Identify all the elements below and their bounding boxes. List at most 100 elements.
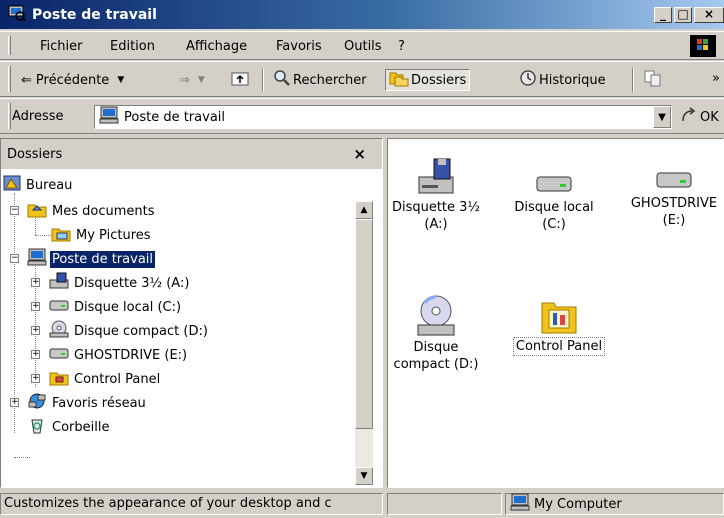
control-panel-icon <box>504 291 614 335</box>
hard-drive-icon <box>49 296 69 318</box>
status-zone-label: My Computer <box>534 496 622 512</box>
menu-favoris[interactable]: Favoris <box>276 39 322 54</box>
close-button[interactable]: × <box>694 7 724 23</box>
tree-node-label: Favoris réseau <box>52 395 146 411</box>
move-to-button[interactable] <box>640 69 666 91</box>
tree-node-favoris-reseau[interactable]: Favoris réseau <box>27 391 148 415</box>
tree-node-bureau[interactable]: Bureau <box>3 173 74 197</box>
folder-tree: Bureau − Mes documents My Pictures − Pos… <box>1 171 355 487</box>
tree-expander-expand[interactable]: + <box>31 302 40 311</box>
search-button[interactable]: Rechercher <box>270 69 370 91</box>
tree-node-disquette[interactable]: Disquette 3½ (A:) <box>49 271 191 295</box>
my-computer-icon <box>27 248 47 270</box>
file-item-label: Control Panel <box>512 337 606 356</box>
address-dropdown-button[interactable]: ▼ <box>653 106 671 128</box>
my-pictures-icon <box>51 224 71 246</box>
file-item-control-panel[interactable]: Control Panel <box>504 291 614 356</box>
cd-drive-icon <box>386 293 486 337</box>
search-icon <box>273 69 291 91</box>
history-label: Historique <box>539 72 606 88</box>
go-button[interactable]: OK <box>680 107 719 127</box>
menu-outils[interactable]: Outils <box>344 39 382 54</box>
folders-pane-title: Dossiers <box>7 146 63 162</box>
menu-affichage[interactable]: Affichage <box>186 39 247 54</box>
file-item-label: compact (D:) <box>393 357 479 372</box>
hard-drive-icon <box>624 149 724 193</box>
tree-node-disque-local[interactable]: Disque local (C:) <box>49 295 183 319</box>
file-item-label: Disque <box>413 340 459 355</box>
scroll-down-button[interactable]: ▼ <box>355 467 373 485</box>
tree-node-label: Bureau <box>26 177 73 193</box>
tree-node-label: Disque local (C:) <box>74 299 182 315</box>
title-bar[interactable]: Poste de travail _ □ × <box>0 0 724 29</box>
up-folder-button[interactable] <box>228 69 252 91</box>
forward-button[interactable]: ⇒ ▼ <box>176 69 208 91</box>
status-panel <box>387 493 502 515</box>
tree-node-label: GHOSTDRIVE (E:) <box>74 347 188 363</box>
file-item-label: (A:) <box>424 217 448 232</box>
tree-expander-expand[interactable]: + <box>31 374 40 383</box>
tree-expander-collapse[interactable]: − <box>10 206 19 215</box>
menu-help[interactable]: ? <box>398 39 405 54</box>
tree-expander-expand[interactable]: + <box>31 278 40 287</box>
my-computer-icon <box>510 493 530 515</box>
tree-node-control-panel[interactable]: Control Panel <box>49 367 162 391</box>
tree-expander-collapse[interactable]: − <box>10 254 19 263</box>
toolbar-separator <box>632 68 634 92</box>
file-item-label: (C:) <box>542 217 566 232</box>
address-grip[interactable] <box>8 103 11 129</box>
forward-dropdown-icon: ▼ <box>197 75 205 85</box>
go-label: OK <box>700 109 719 125</box>
tree-node-label: Corbeille <box>52 419 110 435</box>
folders-pane-header: Dossiers × <box>1 139 382 169</box>
tree-node-mes-documents[interactable]: Mes documents <box>27 199 156 223</box>
address-field[interactable]: Poste de travail ▼ <box>94 105 672 129</box>
file-item-disquette[interactable]: Disquette 3½ (A:) <box>386 153 486 233</box>
recycle-bin-icon <box>27 416 47 438</box>
hard-drive-icon <box>504 153 604 197</box>
tree-expander-expand[interactable]: + <box>31 326 40 335</box>
menu-fichier[interactable]: Fichier <box>40 39 83 54</box>
window-title: Poste de travail <box>32 6 157 23</box>
tree-node-label: Poste de travail <box>50 250 156 268</box>
menu-edition[interactable]: Edition <box>110 39 155 54</box>
file-item-ghostdrive[interactable]: GHOSTDRIVE (E:) <box>624 149 724 229</box>
tree-node-disque-compact[interactable]: Disque compact (D:) <box>49 319 210 343</box>
my-computer-icon <box>99 106 119 128</box>
folders-pane-close-button[interactable]: × <box>353 145 366 163</box>
tree-node-label: Mes documents <box>52 203 155 219</box>
tree-node-poste-de-travail[interactable]: Poste de travail <box>27 247 156 271</box>
network-places-icon <box>27 392 47 414</box>
floppy-drive-icon <box>49 272 69 294</box>
scroll-thumb[interactable] <box>355 219 373 429</box>
tree-node-label: My Pictures <box>76 227 151 243</box>
scroll-up-button[interactable]: ▲ <box>355 201 373 219</box>
file-item-disque-local[interactable]: Disque local (C:) <box>504 153 604 233</box>
tree-node-ghostdrive[interactable]: GHOSTDRIVE (E:) <box>49 343 189 367</box>
folders-button[interactable]: Dossiers <box>385 69 471 91</box>
minimize-button[interactable]: _ <box>654 7 672 23</box>
back-button[interactable]: ⇐ Précédente ▼ <box>18 69 127 91</box>
tree-node-label: Control Panel <box>74 371 161 387</box>
toolbar-grip[interactable] <box>8 66 11 92</box>
tree-node-corbeille[interactable]: Corbeille <box>27 415 111 439</box>
file-item-label: (E:) <box>662 213 686 228</box>
menu-bar: Fichier Edition Affichage Favoris Outils… <box>0 31 724 60</box>
status-bar: Customizes the appearance of your deskto… <box>0 490 724 518</box>
up-folder-icon <box>231 70 249 90</box>
tree-expander-expand[interactable]: + <box>10 398 19 407</box>
file-item-disque-compact[interactable]: Disque compact (D:) <box>386 293 486 373</box>
menu-grip[interactable] <box>8 36 11 55</box>
tree-line <box>35 235 51 236</box>
tree-expander-expand[interactable]: + <box>31 350 40 359</box>
history-button[interactable]: Historique <box>516 69 609 91</box>
cd-drive-icon <box>49 320 69 342</box>
back-dropdown-icon[interactable]: ▼ <box>117 75 124 85</box>
maximize-button[interactable]: □ <box>674 7 692 23</box>
folder-tree-scrollbar[interactable]: ▲ ▼ <box>355 201 373 485</box>
tree-node-label: Disque compact (D:) <box>74 323 208 339</box>
toolbar-overflow-button[interactable]: » <box>712 71 720 86</box>
tree-node-my-pictures[interactable]: My Pictures <box>51 223 153 247</box>
floppy-drive-icon <box>386 153 486 197</box>
tree-line <box>14 457 30 458</box>
